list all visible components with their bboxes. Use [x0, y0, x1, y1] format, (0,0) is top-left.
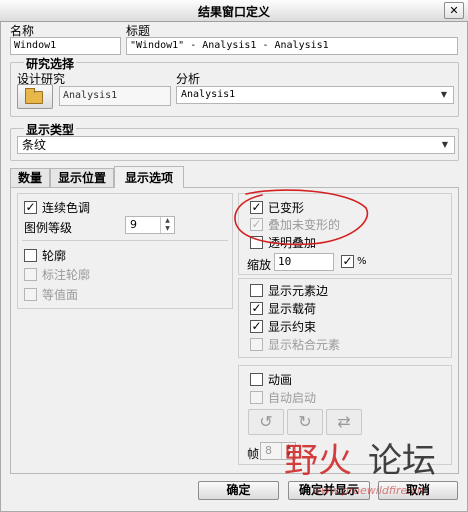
- checkmark-icon: ✓: [24, 200, 37, 214]
- checkmark-icon: ✓: [341, 254, 354, 268]
- tab-display-options[interactable]: 显示选项: [114, 166, 184, 188]
- show-bonded-elements-checkbox[interactable]: 显示粘合元素: [250, 336, 340, 353]
- close-button[interactable]: ✕: [444, 2, 464, 19]
- spin-down-icon[interactable]: ▼: [161, 225, 174, 233]
- analysis-select[interactable]: Analysis1 ▼: [176, 86, 454, 104]
- label-contour-checkbox[interactable]: 标注轮廓: [24, 266, 90, 283]
- continuous-tone-checkbox[interactable]: ✓ 连续色调: [24, 199, 90, 216]
- rotate-ccw-button[interactable]: ↺: [248, 409, 284, 435]
- show-loads-checkbox[interactable]: ✓ 显示载荷: [250, 300, 316, 317]
- design-study-field: Analysis1: [59, 86, 171, 106]
- divider: [22, 240, 228, 241]
- watermark-url: www.proewildfire.cn: [312, 484, 424, 497]
- tab-quantity[interactable]: 数量: [10, 168, 50, 188]
- ok-button[interactable]: 确定: [198, 481, 279, 500]
- contour-checkbox[interactable]: 轮廓: [24, 247, 66, 264]
- checkmark-icon: ✓: [250, 319, 263, 333]
- watermark-text-a: 野火: [284, 441, 352, 481]
- scale-label: 缩放: [247, 258, 272, 272]
- window-title: 结果窗口定义: [197, 5, 270, 19]
- checkmark-icon: ✓: [250, 301, 263, 315]
- chevron-down-icon: ▼: [441, 140, 449, 149]
- scale-input[interactable]: 10: [274, 253, 334, 271]
- analysis-label: 分析: [176, 72, 201, 86]
- chevron-down-icon: ▼: [440, 90, 448, 99]
- tab-display-location[interactable]: 显示位置: [50, 168, 114, 188]
- window-titlebar: 结果窗口定义 ✕: [0, 0, 468, 22]
- swap-icon: ⇄: [337, 412, 351, 431]
- isosurface-checkbox[interactable]: 等值面: [24, 286, 78, 303]
- rotate-cw-button[interactable]: ↻: [287, 409, 323, 435]
- rotate-cw-icon: ↻: [298, 412, 312, 431]
- red-annotation-circle: [234, 189, 369, 246]
- legend-level-label: 图例等级: [24, 221, 73, 235]
- analysis-select-value: Analysis1: [181, 89, 236, 100]
- animation-checkbox[interactable]: 动画: [250, 371, 292, 388]
- spin-up-icon[interactable]: ▲: [161, 217, 174, 225]
- watermark-text-b: 论坛: [368, 441, 436, 481]
- scale-percent-checkbox[interactable]: ✓ %: [341, 255, 367, 268]
- display-type-select[interactable]: 条纹 ▼: [17, 136, 455, 154]
- legend-level-stepper[interactable]: 9 ▲ ▼: [125, 216, 175, 234]
- frames-label: 帧: [247, 447, 260, 461]
- element-edges-checkbox[interactable]: 显示元素边: [250, 282, 328, 299]
- open-study-button[interactable]: [17, 84, 53, 109]
- rotate-ccw-icon: ↺: [259, 412, 273, 431]
- folder-open-icon: [25, 88, 43, 104]
- show-constraints-checkbox[interactable]: ✓ 显示约束: [250, 318, 316, 335]
- name-input[interactable]: Window1: [10, 37, 121, 55]
- display-type-value: 条纹: [22, 138, 47, 152]
- auto-start-checkbox[interactable]: 自动启动: [250, 389, 316, 406]
- title-input[interactable]: "Window1" - Analysis1 - Analysis1: [126, 37, 458, 55]
- reverse-button[interactable]: ⇄: [326, 409, 362, 435]
